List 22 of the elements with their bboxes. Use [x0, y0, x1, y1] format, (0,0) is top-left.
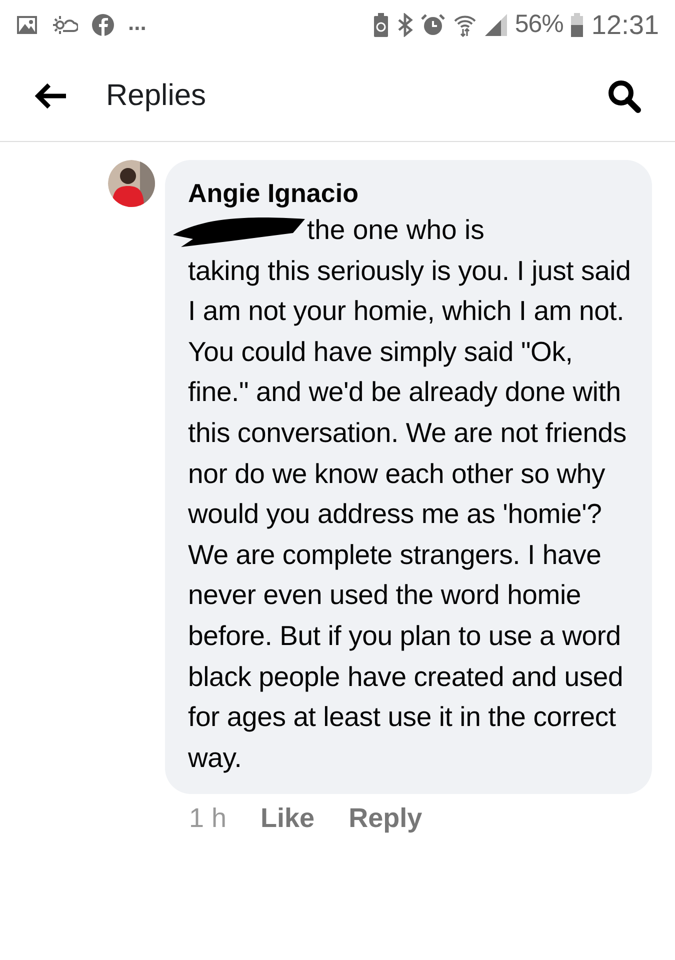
comment-first-line: the one who is: [307, 213, 484, 247]
like-button[interactable]: Like: [260, 798, 315, 839]
image-icon: [16, 14, 38, 36]
search-icon[interactable]: [607, 78, 641, 112]
page-title: Replies: [106, 78, 206, 114]
battery-percent: 56%: [514, 9, 564, 40]
comment-age: 1 h: [189, 802, 227, 836]
weather-icon: [52, 14, 78, 36]
author-name[interactable]: Angie Ignacio: [188, 176, 638, 210]
comment-text: taking this seriously is you. I just said I am not your homie, which I am not. You could have simply said "Ok, fine." and we'd be already done with this conversation. We are not friends nor do we know each other so why would you address me as 'homie'? We are complete strangers. I have never even used the word homie before. But if you plan to use a word black people have created and used for ages at least use it in the correct way.: [188, 254, 632, 775]
back-arrow-icon[interactable]: [34, 82, 68, 108]
battery-icon: [571, 13, 584, 37]
signal-icon: [484, 14, 507, 36]
alarm-icon: [420, 13, 445, 37]
wifi-icon: [452, 13, 477, 37]
bluetooth-icon: [396, 13, 413, 37]
reply-button[interactable]: Reply: [348, 798, 422, 839]
battery-saver-icon: [372, 13, 389, 37]
facebook-icon: [92, 14, 114, 36]
more-notifications: ...: [128, 8, 146, 36]
avatar[interactable]: [108, 160, 155, 207]
clock-time: 12:31: [591, 8, 659, 42]
